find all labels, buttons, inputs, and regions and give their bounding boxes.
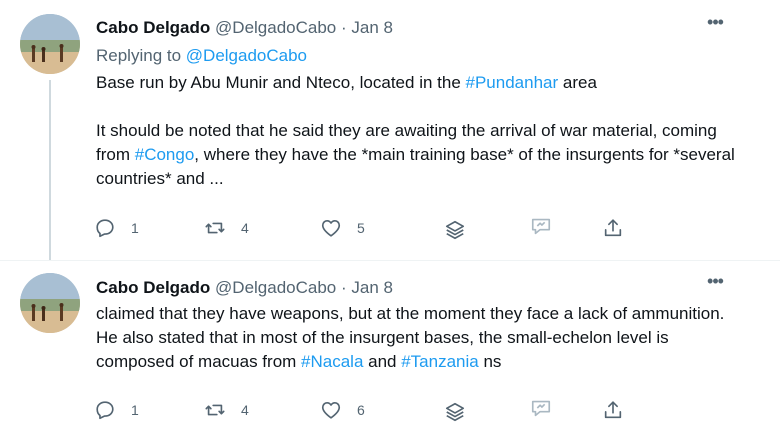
like-button[interactable]: 6 xyxy=(320,399,365,421)
reply-button[interactable]: 1 xyxy=(94,399,139,421)
retweet-icon xyxy=(205,222,225,234)
hashtag-link[interactable]: #Tanzania xyxy=(401,352,479,371)
chat-button[interactable] xyxy=(530,397,552,419)
separator-dot: · xyxy=(341,18,347,37)
layers-button[interactable] xyxy=(444,401,466,423)
replying-to: Replying to @DelgadoCabo xyxy=(96,45,307,67)
replying-to-handle[interactable]: @DelgadoCabo xyxy=(186,46,307,65)
like-button[interactable]: 5 xyxy=(320,217,365,239)
avatar[interactable] xyxy=(20,14,80,74)
text-segment: area xyxy=(558,73,597,92)
share-icon xyxy=(604,219,622,237)
share-button[interactable] xyxy=(602,217,624,239)
thread-line xyxy=(49,80,51,260)
text-segment: ns xyxy=(478,352,502,371)
chat-icon xyxy=(531,218,551,235)
avatar[interactable] xyxy=(20,273,80,333)
tweet-paragraph: It should be noted that he said they are… xyxy=(96,119,736,191)
tweet-text: Base run by Abu Munir and Nteco, located… xyxy=(96,71,736,191)
like-icon xyxy=(321,220,341,237)
tweet-header: Cabo Delgado @DelgadoCabo · Jan 8 xyxy=(96,17,393,39)
tweet-date[interactable]: Jan 8 xyxy=(351,278,393,297)
separator-dot: · xyxy=(341,278,347,297)
author-handle[interactable]: @DelgadoCabo xyxy=(215,278,336,297)
retweet-count: 4 xyxy=(241,220,249,236)
layers-icon xyxy=(445,220,465,240)
tweet-text: claimed that they have weapons, but at t… xyxy=(96,302,736,374)
share-icon xyxy=(604,401,622,419)
hashtag-link[interactable]: #Pundanhar xyxy=(466,73,559,92)
reply-icon xyxy=(96,219,114,238)
layers-icon xyxy=(445,402,465,422)
text-segment: and xyxy=(363,352,402,371)
replying-to-label: Replying to xyxy=(96,46,186,65)
like-icon xyxy=(321,402,341,419)
more-icon[interactable]: ••• xyxy=(702,13,728,34)
author-name[interactable]: Cabo Delgado xyxy=(96,278,210,297)
retweet-button[interactable]: 4 xyxy=(204,399,249,421)
tweet-paragraph: claimed that they have weapons, but at t… xyxy=(96,302,736,374)
tweet-paragraph: Base run by Abu Munir and Nteco, located… xyxy=(96,71,736,95)
retweet-button[interactable]: 4 xyxy=(204,217,249,239)
action-bar: 1 4 5 xyxy=(94,215,654,241)
reply-count: 1 xyxy=(131,220,139,236)
tweet[interactable]: Cabo Delgado @DelgadoCabo · Jan 8 ••• Re… xyxy=(0,0,780,260)
reply-icon xyxy=(96,401,114,420)
share-button[interactable] xyxy=(602,399,624,421)
tweet[interactable]: Cabo Delgado @DelgadoCabo · Jan 8 ••• cl… xyxy=(0,260,780,443)
layers-button[interactable] xyxy=(444,219,466,241)
hashtag-link[interactable]: #Congo xyxy=(135,145,195,164)
like-count: 5 xyxy=(357,220,365,236)
action-bar: 1 4 6 xyxy=(94,397,654,423)
tweet-header: Cabo Delgado @DelgadoCabo · Jan 8 xyxy=(96,277,393,299)
chat-icon xyxy=(531,400,551,417)
author-name[interactable]: Cabo Delgado xyxy=(96,18,210,37)
retweet-icon xyxy=(205,404,225,416)
reply-button[interactable]: 1 xyxy=(94,217,139,239)
hashtag-link[interactable]: #Nacala xyxy=(301,352,363,371)
chat-button[interactable] xyxy=(530,215,552,237)
like-count: 6 xyxy=(357,402,365,418)
text-segment: Base run by Abu Munir and Nteco, located… xyxy=(96,73,466,92)
author-handle[interactable]: @DelgadoCabo xyxy=(215,18,336,37)
tweet-date[interactable]: Jan 8 xyxy=(351,18,393,37)
reply-count: 1 xyxy=(131,402,139,418)
more-icon[interactable]: ••• xyxy=(702,272,728,293)
retweet-count: 4 xyxy=(241,402,249,418)
